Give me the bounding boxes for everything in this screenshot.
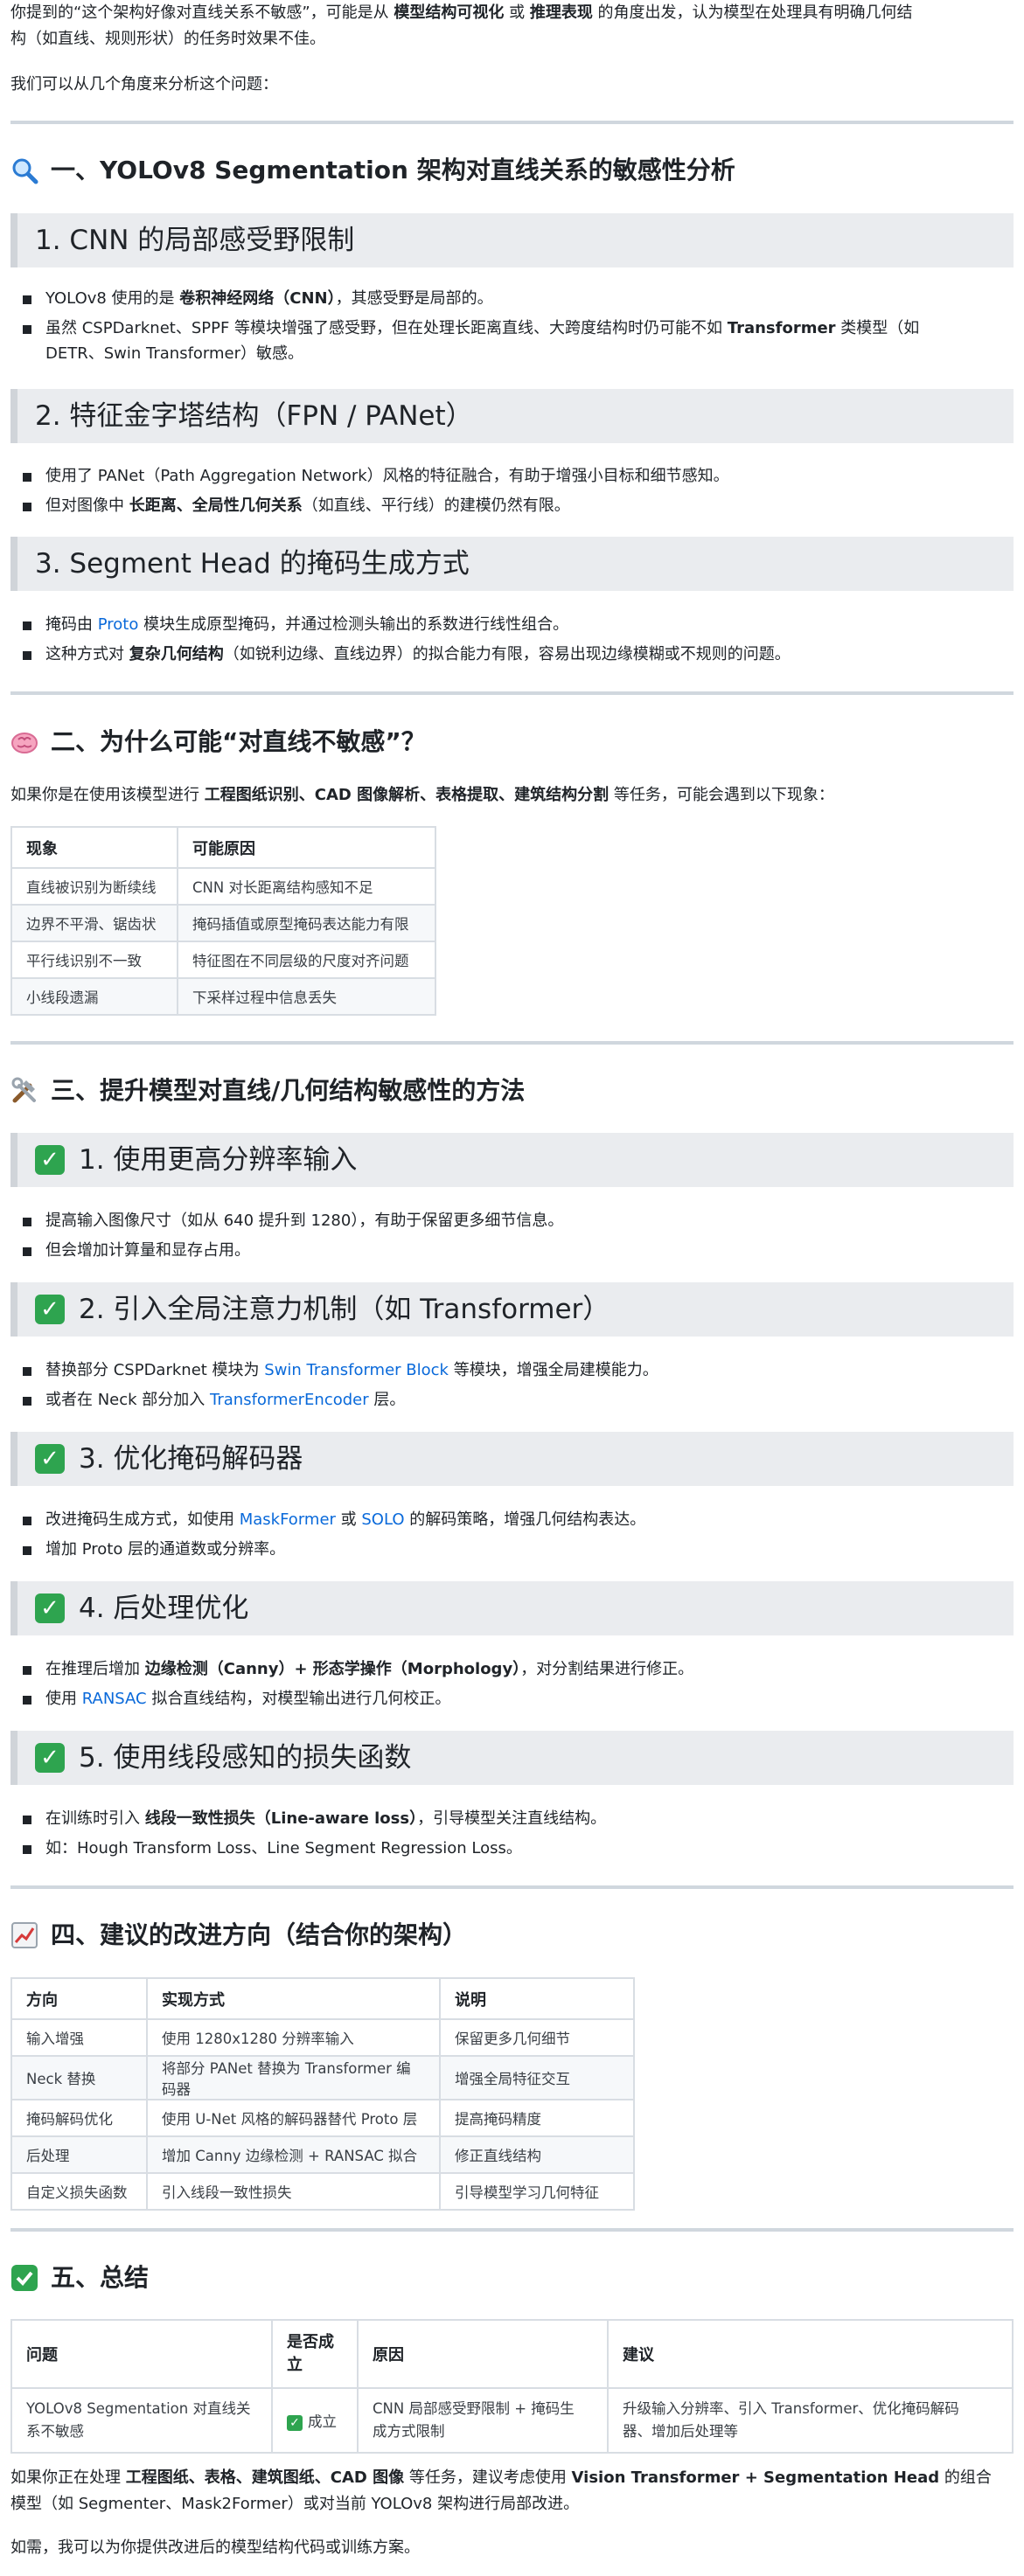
- closing-paragraph: 如果你正在处理 工程图纸、表格、建筑图纸、CAD 图像 等任务，建议考虑使用 V…: [10, 2468, 992, 2513]
- list-item: 在推理后增加 边缘检测（Canny）+ 形态学操作（Morphology），对分…: [23, 1656, 1014, 1682]
- list-cnn: YOLOv8 使用的是 卷积神经网络（CNN），其感受野是局部的。 虽然 CSP…: [10, 286, 1014, 366]
- subheading-segment-head: 3. Segment Head 的掩码生成方式: [10, 537, 1014, 591]
- list-item: 虽然 CSPDarknet、SPPF 等模块增强了感受野，但在处理长距离直线、大…: [23, 316, 1014, 366]
- list-attention: 替换部分 CSPDarknet 模块为 Swin Transformer Blo…: [10, 1357, 1014, 1413]
- magnifier-icon: [10, 156, 38, 184]
- list-item: 但对图像中 长距离、全局性几何关系（如直线、平行线）的建模仍然有限。: [23, 493, 1014, 518]
- list-postprocess: 在推理后增加 边缘检测（Canny）+ 形态学操作（Morphology），对分…: [10, 1656, 1014, 1712]
- list-item: 使用 RANSAC 拟合直线结构，对模型输出进行几何校正。: [23, 1686, 1014, 1712]
- table-row: 直线被识别为断续线 CNN 对长距离结构感知不足: [10, 867, 436, 906]
- section3-title: 三、提升模型对直线/几何结构敏感性的方法: [51, 1076, 526, 1105]
- intro: 你提到的“这个架构好像对直线关系不敏感”，可能是从 模型结构可视化 或 推理表现…: [10, 0, 1014, 98]
- intro-line1: 你提到的“这个架构好像对直线关系不敏感”，可能是从 模型结构可视化 或 推理表现…: [10, 3, 913, 22]
- check-icon: ✓: [35, 1594, 65, 1623]
- summary-table: 问题 是否成立 原因 建议 YOLOv8 Segmentation 对直线关 系不…: [10, 2319, 1014, 2454]
- section1-heading: 一、YOLOv8 Segmentation 架构对直线关系的敏感性分析: [10, 153, 1014, 188]
- list-item: 改进掩码生成方式，如使用 MaskFormer 或 SOLO 的解码策略，增强几…: [23, 1507, 1014, 1532]
- section3-heading: 三、提升模型对直线/几何结构敏感性的方法: [10, 1073, 1014, 1108]
- subheading-cnn: 1. CNN 的局部感受野限制: [10, 213, 1014, 267]
- solo-link[interactable]: SOLO: [361, 1510, 404, 1529]
- subheading-postprocess: ✓ 4. 后处理优化: [10, 1581, 1014, 1635]
- transformer-encoder-link[interactable]: TransformerEncoder: [210, 1391, 369, 1409]
- list-item: 使用了 PANet（Path Aggregation Network）风格的特征…: [23, 463, 1014, 489]
- check-icon: [10, 2264, 38, 2292]
- table-row: 边界不平滑、锯齿状 掩码插值或原型掩码表达能力有限: [10, 904, 436, 942]
- table-row: Neck 替换 将部分 PANet 替换为 Transformer 编码器 增强全局…: [10, 2055, 635, 2100]
- check-icon: ✓: [287, 2415, 303, 2431]
- table-header: 实现方式: [146, 1977, 441, 2020]
- table-header: 建议: [607, 2319, 1014, 2389]
- subheading-attention: ✓ 2. 引入全局注意力机制（如 Transformer）: [10, 1282, 1014, 1337]
- list-item: 替换部分 CSPDarknet 模块为 Swin Transformer Blo…: [23, 1357, 1014, 1383]
- divider: [10, 2228, 1014, 2232]
- final-line: 如需，我可以为你提供改进后的模型结构代码或训练方案。: [10, 2538, 420, 2557]
- subheading-loss: ✓ 5. 使用线段感知的损失函数: [10, 1731, 1014, 1785]
- list-resolution: 提高输入图像尺寸（如从 640 提升到 1280），有助于保留更多细节信息。 但…: [10, 1208, 1014, 1263]
- list-segment-head: 掩码由 Proto 模块生成原型掩码，并通过检测头输出的系数进行线性组合。 这种…: [10, 612, 1014, 667]
- table-row: 自定义损失函数 引入线段一致性损失 引导模型学习几何特征: [10, 2172, 635, 2211]
- list-fpn: 使用了 PANet（Path Aggregation Network）风格的特征…: [10, 463, 1014, 518]
- list-mask-decoder: 改进掩码生成方式，如使用 MaskFormer 或 SOLO 的解码策略，增强几…: [10, 1507, 1014, 1562]
- divider: [10, 691, 1014, 695]
- divider: [10, 1885, 1014, 1889]
- chart-up-icon: [10, 1921, 38, 1949]
- subheading-mask-decoder: ✓ 3. 优化掩码解码器: [10, 1432, 1014, 1486]
- section2-lead: 如果你是在使用该模型进行 工程图纸识别、CAD 图像解析、表格提取、建筑结构分割…: [10, 786, 834, 804]
- section4-heading: 四、建议的改进方向（结合你的架构）: [10, 1918, 1014, 1953]
- section4-title: 四、建议的改进方向（结合你的架构）: [51, 1920, 468, 1949]
- improvement-table: 方向 实现方式 说明 输入增强 使用 1280x1280 分辨率输入 保留更多几何细节 …: [10, 1977, 635, 2211]
- swin-transformer-link[interactable]: Swin Transformer Block: [264, 1361, 449, 1379]
- phenomena-table: 现象 可能原因 直线被识别为断续线 CNN 对长距离结构感知不足 边界不平滑、锯齿状…: [10, 826, 436, 1016]
- list-loss: 在训练时引入 线段一致性损失（Line-aware loss），引导模型关注直线…: [10, 1806, 1014, 1861]
- divider: [10, 121, 1014, 124]
- check-icon: ✓: [35, 1444, 65, 1474]
- subheading-resolution: ✓ 1. 使用更高分辨率输入: [10, 1133, 1014, 1187]
- table-row: 平行线识别不一致 特征图在不同层级的尺度对齐问题: [10, 941, 436, 979]
- tools-icon: [10, 1077, 38, 1105]
- section2-title: 二、为什么可能“对直线不敏感”？: [51, 727, 426, 756]
- intro-line3: 我们可以从几个角度来分析这个问题：: [10, 75, 278, 94]
- section5-heading: 五、总结: [10, 2260, 1014, 2295]
- list-item: 掩码由 Proto 模块生成原型掩码，并通过检测头输出的系数进行线性组合。: [23, 612, 1014, 637]
- section5-title: 五、总结: [51, 2263, 150, 2292]
- table-row: 掩码解码优化 使用 U-Net 风格的解码器替代 Proto 层提高掩码精度: [10, 2099, 635, 2137]
- table-header: 方向: [10, 1977, 148, 2020]
- list-item: 提高输入图像尺寸（如从 640 提升到 1280），有助于保留更多细节信息。: [23, 1208, 1014, 1233]
- subheading-fpn: 2. 特征金字塔结构（FPN / PANet）: [10, 389, 1014, 443]
- check-icon: ✓: [35, 1145, 65, 1175]
- table-row: 输入增强 使用 1280x1280 分辨率输入 保留更多几何细节: [10, 2018, 635, 2057]
- proto-link[interactable]: Proto: [98, 615, 139, 634]
- table-header: 原因: [357, 2319, 609, 2389]
- check-icon: ✓: [35, 1743, 65, 1773]
- section1-title: 一、YOLOv8 Segmentation 架构对直线关系的敏感性分析: [51, 156, 735, 184]
- list-item: YOLOv8 使用的是 卷积神经网络（CNN），其感受野是局部的。: [23, 286, 1014, 311]
- table-header: 是否成立: [271, 2319, 359, 2389]
- maskformer-link[interactable]: MaskFormer: [240, 1510, 336, 1529]
- table-header: 可能原因: [177, 826, 436, 869]
- ransac-link[interactable]: RANSAC: [82, 1690, 147, 1708]
- table-row: YOLOv8 Segmentation 对直线关 系不敏感 ✓ 成立 CNN 局部感…: [10, 2387, 1014, 2454]
- divider: [10, 1041, 1014, 1045]
- check-icon: ✓: [35, 1295, 65, 1324]
- intro-line2: 构（如直线、规则形状）的任务时效果不佳。: [10, 30, 325, 48]
- table-header: 现象: [10, 826, 178, 869]
- section2-heading: 二、为什么可能“对直线不敏感”？: [10, 725, 1014, 760]
- list-item: 或者在 Neck 部分加入 TransformerEncoder 层。: [23, 1387, 1014, 1413]
- list-item: 在训练时引入 线段一致性损失（Line-aware loss），引导模型关注直线…: [23, 1806, 1014, 1831]
- table-header: 说明: [439, 1977, 635, 2020]
- table-row: 后处理 增加 Canny 边缘检测 + RANSAC 拟合 修正直线结构: [10, 2135, 635, 2174]
- list-item: 但会增加计算量和显存占用。: [23, 1238, 1014, 1263]
- list-item: 增加 Proto 层的通道数或分辨率。: [23, 1537, 1014, 1562]
- list-item: 这种方式对 复杂几何结构（如锐利边缘、直线边界）的拟合能力有限，容易出现边缘模糊…: [23, 642, 1014, 667]
- list-item: 如：Hough Transform Loss、Line Segment Regr…: [23, 1836, 1014, 1861]
- brain-icon: [10, 728, 38, 756]
- table-row: 小线段遗漏 下采样过程中信息丢失: [10, 977, 436, 1016]
- table-header: 问题: [10, 2319, 273, 2389]
